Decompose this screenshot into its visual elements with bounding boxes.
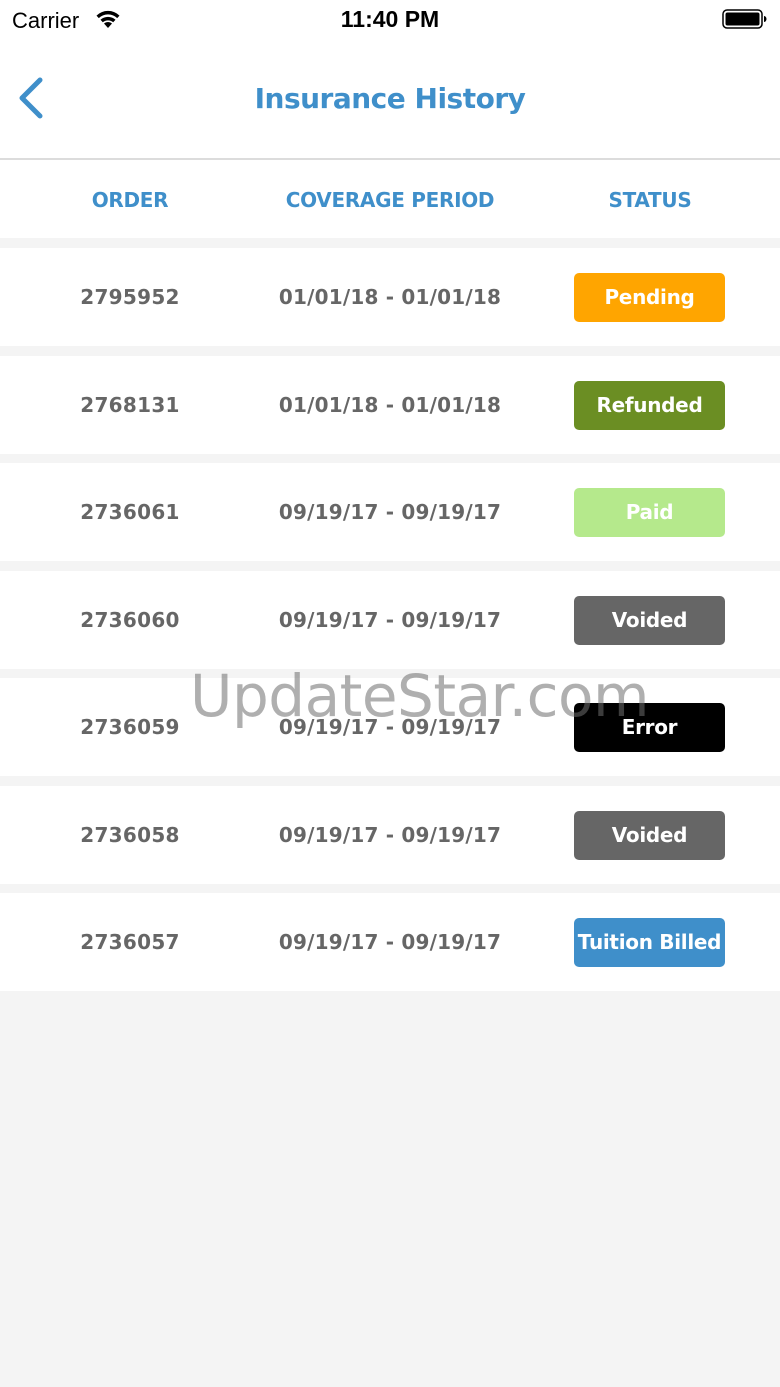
coverage-period: 09/19/17 - 09/19/17 — [278, 715, 502, 739]
coverage-period: 01/01/18 - 01/01/18 — [278, 285, 502, 309]
page-title: Insurance History — [254, 82, 526, 115]
status-badge: Pending — [574, 273, 725, 322]
order-number: 2736059 — [80, 715, 180, 739]
status-badge: Tuition Billed — [574, 918, 725, 967]
table-row[interactable]: 2736057 09/19/17 - 09/19/17 Tuition Bill… — [0, 893, 780, 991]
order-number: 2768131 — [80, 392, 180, 417]
order-number: 2736058 — [80, 822, 180, 847]
coverage-period: 09/19/17 - 09/19/17 — [278, 607, 502, 632]
table-row[interactable]: 2736058 09/19/17 - 09/19/17 Voided — [0, 785, 780, 884]
table-row[interactable]: 2736059 09/19/17 - 09/19/17 Error — [0, 678, 780, 776]
clock: 11:40 PM — [340, 6, 440, 32]
status-bar: Carrier 11:40 PM — [0, 0, 780, 40]
insurance-history-list: 2795952 01/01/18 - 01/01/18 Pending 2768… — [0, 248, 780, 1001]
table-header: ORDER COVERAGE PERIOD STATUS — [0, 160, 780, 238]
status-badge: Voided — [574, 810, 725, 860]
table-row[interactable]: 2768131 01/01/18 - 01/01/18 Refunded — [0, 355, 780, 454]
coverage-period: 01/01/18 - 01/01/18 — [278, 392, 502, 417]
battery-icon — [722, 8, 768, 30]
order-number: 2736061 — [80, 500, 180, 524]
coverage-period: 09/19/17 - 09/19/17 — [278, 930, 502, 954]
table-row[interactable]: 2795952 01/01/18 - 01/01/18 Pending — [0, 248, 780, 346]
status-badge: Paid — [574, 488, 725, 537]
coverage-period: 09/19/17 - 09/19/17 — [278, 500, 502, 524]
table-row[interactable]: 2736060 09/19/17 - 09/19/17 Voided — [0, 570, 780, 669]
coverage-period: 09/19/17 - 09/19/17 — [278, 822, 502, 847]
status-badge: Voided — [574, 595, 725, 645]
order-number: 2736057 — [80, 930, 180, 954]
column-header-coverage-period: COVERAGE PERIOD — [285, 188, 495, 212]
status-badge: Error — [574, 703, 725, 752]
navigation-bar: Insurance History — [0, 40, 780, 160]
status-badge: Refunded — [574, 380, 725, 430]
column-header-order: ORDER — [91, 188, 169, 212]
table-row[interactable]: 2736061 09/19/17 - 09/19/17 Paid — [0, 463, 780, 561]
column-header-status: STATUS — [608, 188, 692, 212]
order-number: 2736060 — [80, 607, 180, 632]
order-number: 2795952 — [80, 285, 180, 309]
